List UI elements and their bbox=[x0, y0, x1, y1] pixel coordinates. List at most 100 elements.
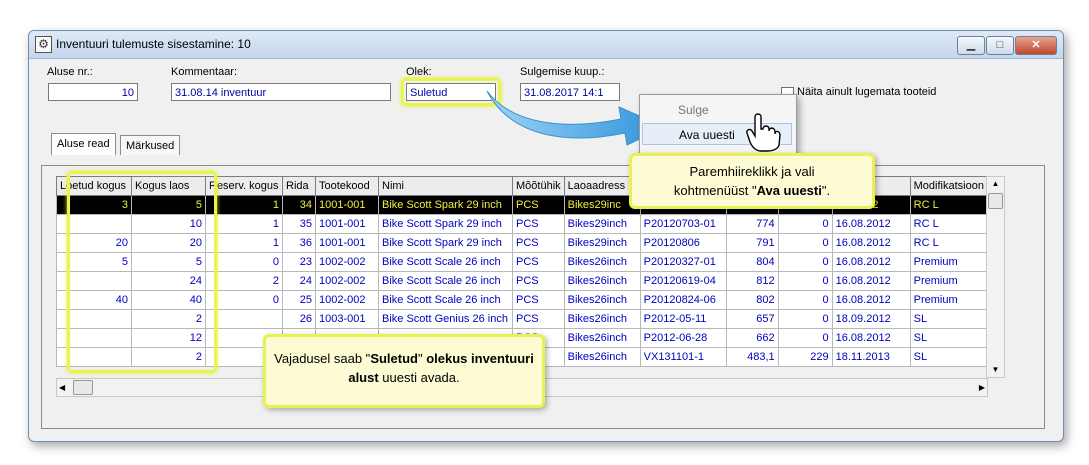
table-cell: 483,1 bbox=[725, 347, 779, 367]
table-cell: 1001-001 bbox=[315, 233, 379, 253]
table-cell: 23 bbox=[282, 252, 316, 272]
table-cell: RC L bbox=[909, 233, 988, 253]
scroll-up-icon[interactable]: ▲ bbox=[987, 177, 1004, 191]
table-cell: 24 bbox=[282, 271, 316, 291]
table-cell: 1002-002 bbox=[315, 252, 379, 272]
maximize-button[interactable]: □ bbox=[986, 36, 1014, 55]
table-cell: 812 bbox=[725, 271, 779, 291]
table-cell: Bikes26inch bbox=[563, 328, 641, 348]
hand-cursor-icon bbox=[746, 113, 781, 152]
table-cell: 36 bbox=[282, 233, 316, 253]
table-cell: P20120619-04 bbox=[639, 271, 727, 291]
tab-aluse-read[interactable]: Aluse read bbox=[51, 133, 116, 155]
unread-only-label: Näita ainult lugemata tooteid bbox=[797, 86, 937, 98]
vertical-scrollbar[interactable]: ▲ ▼ bbox=[986, 176, 1005, 378]
scroll-down-icon[interactable]: ▼ bbox=[987, 363, 1004, 377]
table-cell: 0 bbox=[777, 252, 833, 272]
table-cell: 0 bbox=[777, 328, 833, 348]
aluse-nr-input[interactable]: 10 bbox=[48, 83, 138, 101]
table-cell: Bike Scott Scale 26 inch bbox=[378, 252, 513, 272]
table-cell: 0 bbox=[777, 271, 833, 291]
table-cell: PCS bbox=[512, 214, 565, 234]
table-cell: 804 bbox=[725, 252, 779, 272]
table-cell: Premium bbox=[909, 271, 988, 291]
kommentaar-label: Kommentaar: bbox=[171, 66, 238, 78]
window-controls: ▁ □ ✕ bbox=[956, 36, 1057, 55]
column-header[interactable]: Modifikatsioon bbox=[909, 176, 988, 196]
table-cell: Bikes29inch bbox=[563, 233, 641, 253]
table-cell: 16.08.2012 bbox=[831, 233, 911, 253]
table-cell: 0 bbox=[777, 233, 833, 253]
table-cell: 1002-002 bbox=[315, 290, 379, 310]
table-cell: Bikes26inch bbox=[563, 309, 641, 329]
table-cell: PCS bbox=[512, 252, 565, 272]
table-cell: 0 bbox=[205, 252, 283, 272]
table-cell: 1 bbox=[205, 233, 283, 253]
scroll-right-icon[interactable]: ▶ bbox=[971, 379, 985, 396]
table-cell: Bike Scott Spark 29 inch bbox=[378, 214, 513, 234]
callout-right-line2: kohtmenüüst "Ava uuesti". bbox=[673, 183, 831, 198]
table-cell: 0 bbox=[777, 309, 833, 329]
table-cell: Premium bbox=[909, 290, 988, 310]
table-cell: 2 bbox=[205, 271, 283, 291]
close-button[interactable]: ✕ bbox=[1015, 36, 1057, 55]
scroll-left-icon[interactable]: ◀ bbox=[59, 379, 73, 396]
kommentaar-input[interactable]: 31.08.14 inventuur bbox=[171, 83, 391, 101]
column-header[interactable]: Rida bbox=[282, 176, 316, 196]
table-cell: 18.09.2012 bbox=[831, 309, 911, 329]
table-cell: 25 bbox=[282, 290, 316, 310]
vertical-scroll-thumb[interactable] bbox=[988, 193, 1003, 209]
column-header[interactable]: Tootekood bbox=[315, 176, 379, 196]
table-cell: 1001-001 bbox=[315, 195, 379, 215]
minimize-button[interactable]: ▁ bbox=[957, 36, 985, 55]
table-cell: 774 bbox=[725, 214, 779, 234]
table-cell: 802 bbox=[725, 290, 779, 310]
table-cell: RC L bbox=[909, 214, 988, 234]
table-cell: P20120327-01 bbox=[639, 252, 727, 272]
app-icon: ⚙ bbox=[35, 36, 52, 53]
table-cell: 0 bbox=[777, 290, 833, 310]
table-cell: P20120703-01 bbox=[639, 214, 727, 234]
aluse-label: Aluse nr.: bbox=[47, 66, 93, 78]
horizontal-scroll-thumb[interactable] bbox=[73, 380, 93, 395]
table-cell: 657 bbox=[725, 309, 779, 329]
window-title: Inventuuri tulemuste sisestamine: 10 bbox=[56, 37, 251, 51]
callout-reopen: Vajadusel saab "Suletud" olekus inventuu… bbox=[263, 334, 545, 408]
column-header[interactable]: Reserv. kogus bbox=[205, 176, 283, 196]
table-cell: RC L bbox=[909, 195, 988, 215]
table-cell: SL bbox=[909, 328, 988, 348]
table-cell: 16.08.2012 bbox=[831, 252, 911, 272]
table-cell: P2012-06-28 bbox=[639, 328, 727, 348]
table-cell: 16.08.2012 bbox=[831, 290, 911, 310]
table-cell: 229 bbox=[777, 347, 833, 367]
table-cell: 0 bbox=[205, 290, 283, 310]
tab-markused[interactable]: Märkused bbox=[120, 135, 181, 155]
table-cell: Bike Scott Scale 26 inch bbox=[378, 290, 513, 310]
table-cell: 34 bbox=[282, 195, 316, 215]
table-cell: VX131101-1 bbox=[639, 347, 727, 367]
table-cell: Bike Scott Spark 29 inch bbox=[378, 233, 513, 253]
callout-right-click: Paremhiireklikk ja vali kohtmenüüst "Ava… bbox=[629, 153, 875, 209]
table-cell: Premium bbox=[909, 252, 988, 272]
table-cell: SL bbox=[909, 347, 988, 367]
table-cell: PCS bbox=[512, 195, 565, 215]
column-header[interactable]: Nimi bbox=[378, 176, 513, 196]
table-cell: P20120806 bbox=[639, 233, 727, 253]
table-cell: Bikes26inch bbox=[563, 290, 641, 310]
table-cell: 662 bbox=[725, 328, 779, 348]
table-cell: Bikes29inch bbox=[563, 214, 641, 234]
table-cell: PCS bbox=[512, 271, 565, 291]
table-cell: 1 bbox=[205, 195, 283, 215]
table-cell: PCS bbox=[512, 309, 565, 329]
table-cell: 0 bbox=[777, 214, 833, 234]
table-cell: 16.08.2012 bbox=[831, 271, 911, 291]
app-window: ⚙ Inventuuri tulemuste sisestamine: 10 ▁… bbox=[28, 30, 1064, 442]
table-cell: PCS bbox=[512, 233, 565, 253]
table-cell: 1002-002 bbox=[315, 271, 379, 291]
table-cell: 26 bbox=[282, 309, 316, 329]
column-header[interactable]: Mõõtühik bbox=[512, 176, 565, 196]
quantity-columns-highlight bbox=[67, 171, 217, 373]
title-bar: ⚙ Inventuuri tulemuste sisestamine: 10 ▁… bbox=[29, 31, 1063, 59]
table-cell: Bike Scott Genius 26 inch bbox=[378, 309, 513, 329]
table-cell bbox=[205, 309, 283, 329]
